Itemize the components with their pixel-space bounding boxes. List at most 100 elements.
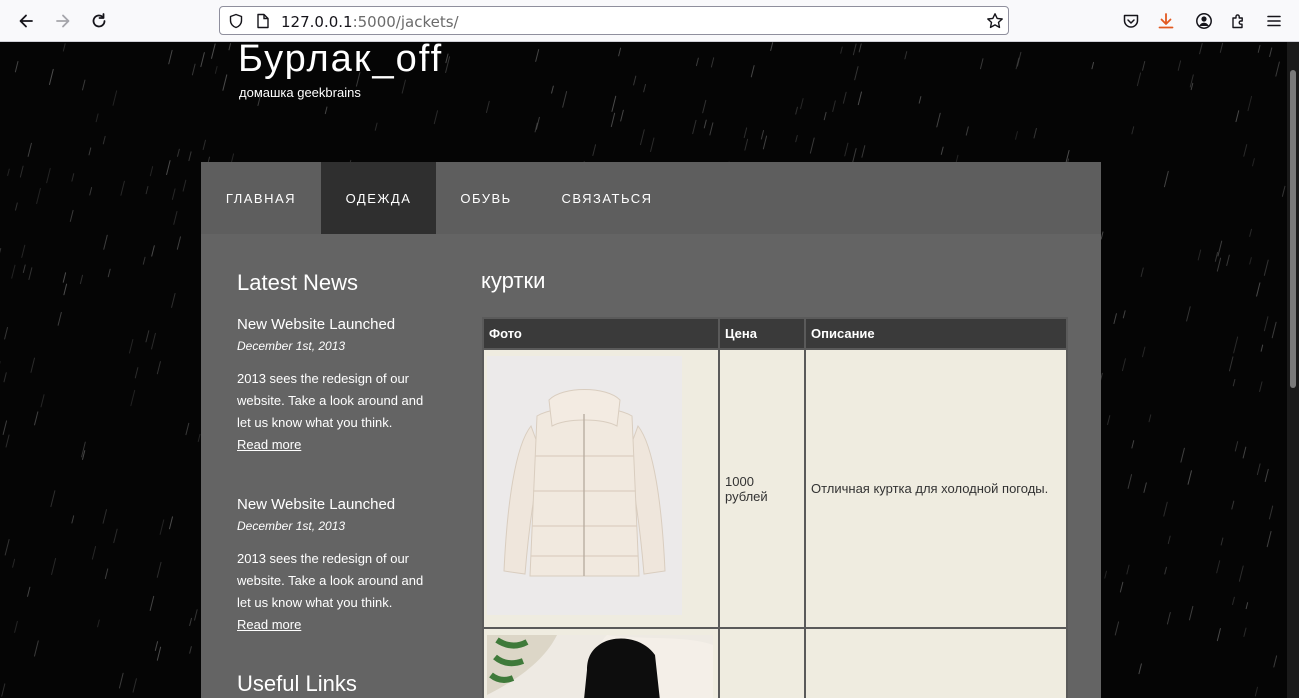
rain-streak xyxy=(1114,621,1120,636)
rain-streak xyxy=(633,75,637,86)
rain-streak xyxy=(750,65,755,78)
rain-streak xyxy=(852,43,857,56)
rain-streak xyxy=(222,74,228,91)
rain-streak xyxy=(1015,131,1018,140)
rain-streak xyxy=(171,188,176,200)
rain-streak xyxy=(142,256,146,265)
rain-streak xyxy=(57,311,62,326)
rain-streak xyxy=(91,546,97,560)
rain-streak xyxy=(695,57,699,67)
menu-item-contact[interactable]: СВЯЗАТЬСЯ xyxy=(536,162,678,234)
rain-streak xyxy=(5,434,10,448)
rain-streak xyxy=(191,63,196,76)
back-arrow-icon xyxy=(19,14,33,28)
url-host: 127.0.0.1 xyxy=(281,13,353,31)
latest-news-heading: Latest News xyxy=(237,270,359,295)
rain-streak xyxy=(1016,51,1022,67)
news-body-line: let us know what you think. xyxy=(237,415,393,430)
rain-streak xyxy=(89,186,93,196)
rain-streak xyxy=(535,49,540,62)
rain-streak xyxy=(107,268,111,278)
rain-streak xyxy=(374,122,378,131)
rain-streak xyxy=(1242,446,1247,459)
site-title: Бурлак_off xyxy=(238,42,444,80)
rain-streak xyxy=(166,160,171,176)
rain-streak xyxy=(36,187,41,205)
rain-streak xyxy=(102,509,107,524)
rain-streak xyxy=(1143,482,1147,493)
rain-streak xyxy=(1263,316,1269,332)
shield-icon[interactable] xyxy=(228,13,244,29)
description-cell xyxy=(804,627,1068,698)
rain-streak xyxy=(159,519,165,535)
url-bar[interactable]: 127.0.0.1:5000/jackets/ xyxy=(219,6,1009,35)
rain-streak xyxy=(27,142,32,157)
rain-streak xyxy=(1243,627,1247,637)
news-body-line: 2013 sees the redesign of our xyxy=(237,551,410,566)
back-button[interactable] xyxy=(14,9,38,33)
photo-cell xyxy=(482,348,720,629)
read-more-link[interactable]: Read more xyxy=(237,617,301,632)
rain-streak xyxy=(562,90,568,108)
menu-button[interactable] xyxy=(1264,11,1284,31)
rain-streak xyxy=(1273,655,1278,668)
rain-streak xyxy=(200,52,205,68)
rain-streak xyxy=(1180,447,1185,463)
rain-streak xyxy=(134,367,139,379)
rain-streak xyxy=(33,640,39,657)
page-icon[interactable] xyxy=(256,13,270,29)
products-table: Фото Цена Описание 1000 рублей Отличная … xyxy=(482,317,1068,698)
news-title: New Website Launched xyxy=(237,496,396,513)
rain-streak xyxy=(1275,61,1280,77)
page-scrollbar[interactable] xyxy=(1287,42,1299,698)
rain-streak xyxy=(3,372,7,383)
downloads-button[interactable] xyxy=(1156,11,1176,31)
menu-item-clothes[interactable]: ОДЕЖДА xyxy=(321,162,436,234)
reload-button[interactable] xyxy=(87,9,111,33)
pocket-button[interactable] xyxy=(1121,11,1141,31)
forward-button[interactable] xyxy=(51,9,75,33)
rain-streak xyxy=(151,332,156,350)
rain-streak xyxy=(840,46,843,54)
extensions-button[interactable] xyxy=(1229,11,1249,31)
rain-streak xyxy=(1197,249,1202,261)
rain-streak xyxy=(1167,535,1171,545)
rain-streak xyxy=(1126,564,1130,575)
news-body-line: website. Take a look around and xyxy=(237,393,424,408)
rain-streak xyxy=(1234,441,1239,452)
bookmark-star-icon[interactable] xyxy=(986,12,1004,30)
rain-streak xyxy=(14,61,19,73)
rain-streak xyxy=(965,126,969,136)
menu-item-home[interactable]: ГЛАВНАЯ xyxy=(201,162,321,234)
rain-streak xyxy=(1243,144,1248,157)
rain-streak xyxy=(702,99,707,114)
rain-streak xyxy=(197,433,201,442)
download-icon xyxy=(1158,13,1174,29)
rain-streak xyxy=(71,173,75,182)
scrollbar-thumb[interactable] xyxy=(1290,70,1296,388)
rain-streak xyxy=(1121,358,1126,372)
rain-streak xyxy=(1188,605,1194,621)
rain-streak xyxy=(1142,346,1146,358)
rain-streak xyxy=(1245,602,1249,610)
url-text[interactable]: 127.0.0.1:5000/jackets/ xyxy=(281,13,459,31)
rain-streak xyxy=(1252,158,1255,167)
rain-streak xyxy=(62,43,66,52)
rain-streak xyxy=(1247,95,1253,112)
menu-item-shoes[interactable]: ОБУВЬ xyxy=(436,162,536,234)
news-date: December 1st, 2013 xyxy=(237,339,346,353)
rain-streak xyxy=(188,151,192,162)
rain-streak xyxy=(1100,231,1104,240)
rain-streak xyxy=(918,96,922,104)
rain-streak xyxy=(50,490,56,508)
price-cell xyxy=(718,627,806,698)
url-path: :5000/jackets/ xyxy=(352,13,459,31)
rain-streak xyxy=(40,394,45,408)
rain-streak xyxy=(1281,185,1286,197)
rain-streak xyxy=(1256,282,1261,297)
rain-streak xyxy=(1131,440,1135,449)
account-button[interactable] xyxy=(1194,11,1214,31)
rain-streak xyxy=(795,106,798,115)
read-more-link[interactable]: Read more xyxy=(237,437,301,452)
rain-streak xyxy=(21,244,26,258)
